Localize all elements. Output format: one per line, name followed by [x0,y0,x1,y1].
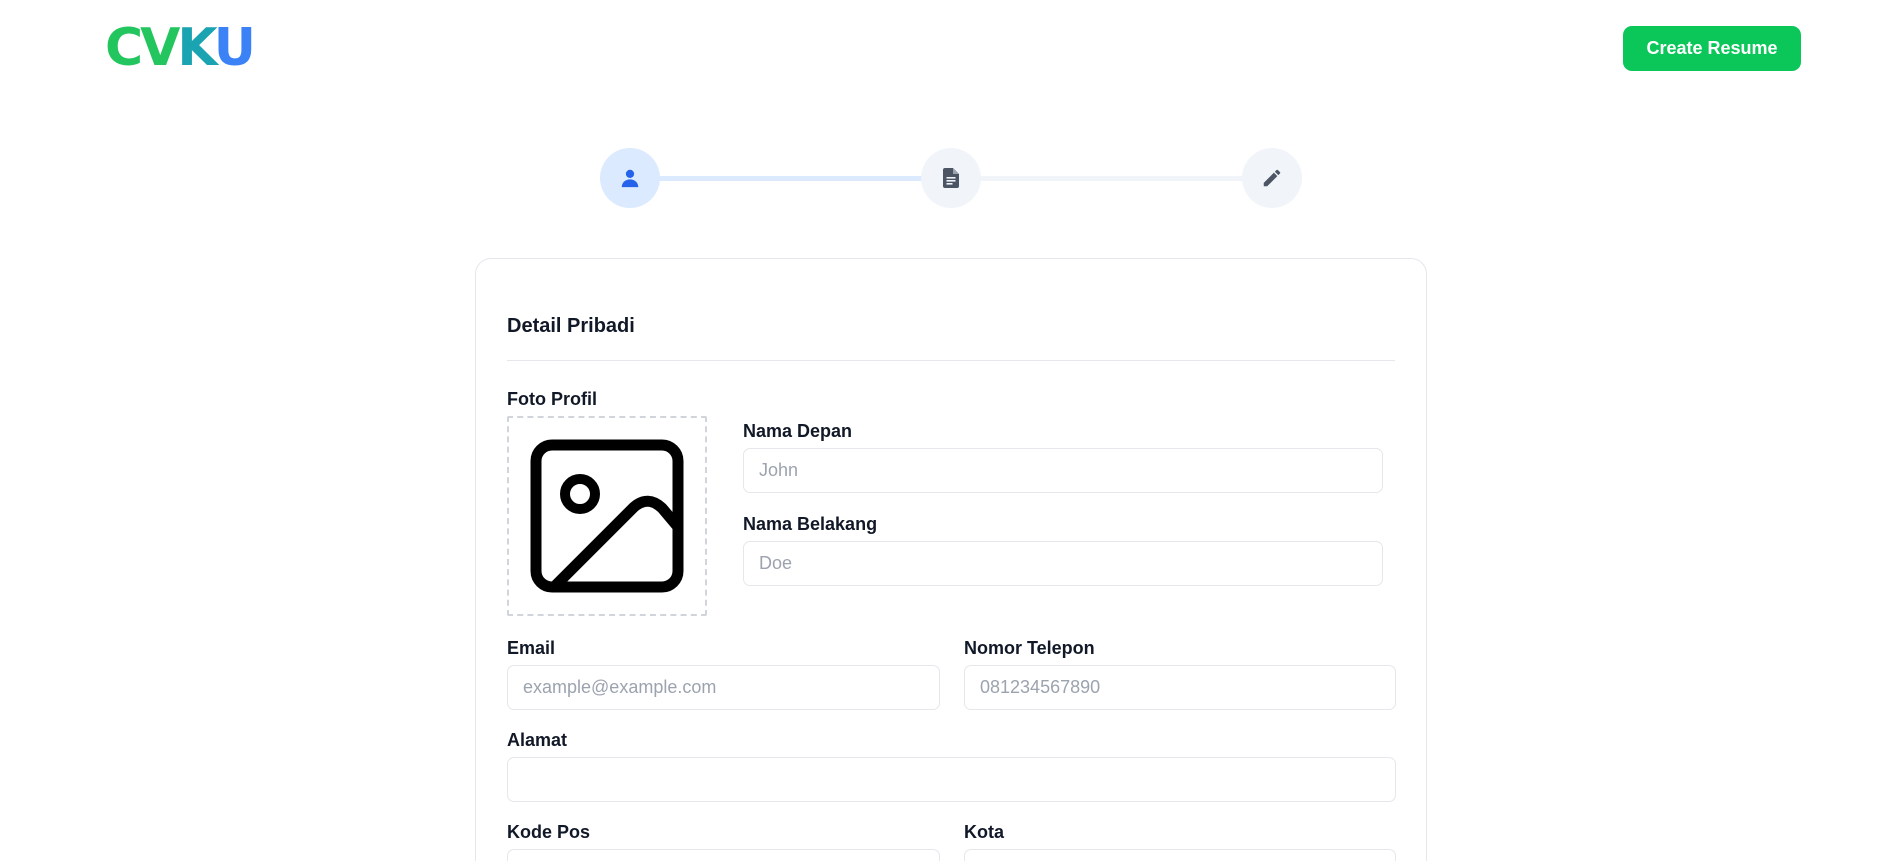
photo-label: Foto Profil [507,389,597,409]
phone-input[interactable] [964,665,1396,710]
postal-code-label: Kode Pos [507,822,591,842]
logo-text-k: K [177,18,216,78]
card-title: Detail Pribadi [507,315,635,337]
image-placeholder-icon [530,439,684,593]
stepper-connector-2 [980,176,1245,181]
address-input[interactable] [507,757,1396,802]
logo-text-u: U [213,18,256,78]
phone-label: Nomor Telepon [964,638,1095,658]
user-icon [621,169,639,188]
postal-code-input[interactable] [507,849,940,861]
city-input[interactable] [964,849,1396,861]
card-divider [507,360,1395,361]
first-name-input[interactable] [743,448,1383,493]
last-name-label: Nama Belakang [743,514,878,534]
city-label: Kota [964,822,1004,842]
progress-stepper [600,148,1302,208]
last-name-input[interactable] [743,541,1383,586]
address-label: Alamat [507,730,568,750]
pencil-icon [1263,169,1281,187]
logo-text-cv: CV [105,18,180,78]
step-resume-content[interactable] [921,148,981,208]
cvku-logo[interactable]: CVKU [105,22,256,74]
personal-details-card: Detail Pribadi Foto Profil Nama Depan Na… [475,258,1427,861]
stepper-connector-1 [658,176,923,181]
top-header: CVKU Create Resume [0,0,1897,100]
step-edit-resume[interactable] [1242,148,1302,208]
first-name-label: Nama Depan [743,421,853,441]
step-personal-details[interactable] [600,148,660,208]
email-label: Email [507,638,556,658]
email-input[interactable] [507,665,940,710]
profile-photo-upload[interactable] [507,416,707,616]
document-icon [943,168,959,188]
create-resume-button[interactable]: Create Resume [1623,26,1801,71]
